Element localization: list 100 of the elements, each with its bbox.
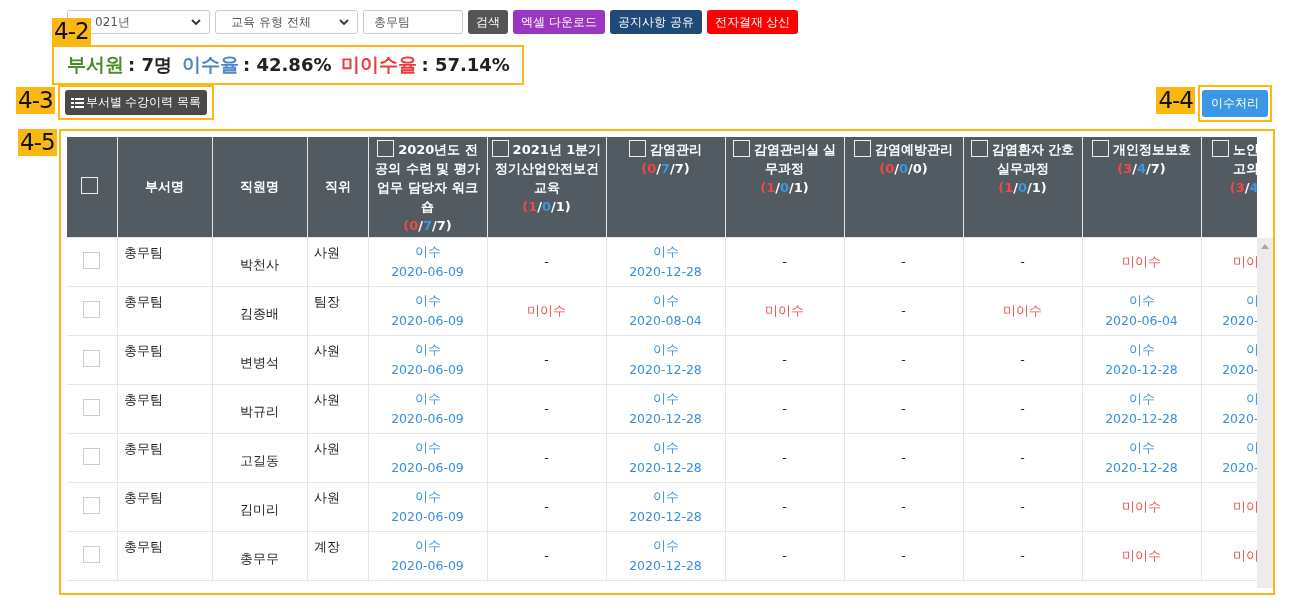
status-cell: 미이	[1232, 253, 1258, 269]
status-cell: -	[782, 449, 787, 465]
table-cell: 총무팀	[117, 237, 212, 286]
table-cell: 김종배	[212, 286, 307, 335]
status-cell: -	[901, 253, 906, 269]
status-cell: -	[544, 253, 549, 269]
stat-value: : 7명	[128, 54, 172, 75]
status-cell-text: 이수 2020-12-28	[1104, 438, 1179, 477]
status-cell: 미이수	[1122, 498, 1161, 514]
table-cell: 계장	[307, 531, 368, 580]
status-cell-text: 이수 2020-06-09	[390, 340, 465, 379]
status-cell: -	[901, 302, 906, 318]
status-cell-text: 이수 2020-12-28	[1104, 389, 1179, 428]
status-cell: -	[1020, 253, 1025, 269]
status-cell-text: 이수 2020-06-09	[390, 242, 465, 281]
column-header: 직원명	[212, 137, 307, 237]
status-cell-text: 이수 2020-12-28	[628, 438, 703, 477]
status-cell-text: 이수 2020-12-28	[628, 389, 703, 428]
status-cell-text: 이수 2020-12-28	[628, 487, 703, 526]
course-counts: (1/0/1)	[522, 199, 571, 214]
status-cell: -	[901, 449, 906, 465]
table-cell: 사원	[307, 433, 368, 482]
table-cell: 사원	[307, 335, 368, 384]
table-cell: 사원	[307, 237, 368, 286]
status-cell: -	[782, 400, 787, 416]
callout-tooltip: 4-3	[16, 87, 55, 114]
status-cell: -	[1020, 498, 1025, 514]
table-cell: 박규리	[212, 384, 307, 433]
status-cell: -	[782, 351, 787, 367]
status-cell: -	[1020, 351, 1025, 367]
column-header: 직위	[307, 137, 368, 237]
table-cell: 김미리	[212, 482, 307, 531]
table-cell: 고길동	[212, 433, 307, 482]
table-cell: 총무팀	[117, 286, 212, 335]
stat-label: 미이수율	[341, 53, 418, 75]
course-counts: (3/4	[1229, 180, 1258, 195]
status-cell-text: 이수 2020-12-28	[628, 536, 703, 575]
course-header: 노인 고의 (3/4	[1201, 137, 1258, 237]
status-cell-text: 이 2020-	[1221, 389, 1258, 428]
stat-value: : 57.14%	[421, 54, 510, 75]
status-cell: -	[901, 400, 906, 416]
status-cell-text: 이수 2020-12-28	[628, 340, 703, 379]
status-cell: -	[544, 449, 549, 465]
course-header: 감염관리 (0/7/7)	[606, 137, 725, 237]
status-cell: 미이	[1232, 498, 1258, 514]
course-header: 개인정보보호 (3/4/7)	[1082, 137, 1201, 237]
status-cell: 미이수	[527, 302, 566, 318]
status-cell-text: 이 2020-	[1221, 291, 1258, 330]
callout-tooltip: 4-2	[52, 18, 91, 45]
status-cell: -	[544, 400, 549, 416]
status-cell-text: 이수 2020-12-28	[1104, 340, 1179, 379]
status-cell: -	[1020, 547, 1025, 563]
status-cell-text: 이수 2020-06-04	[1104, 291, 1179, 330]
status-cell-text: 이수 2020-12-28	[628, 242, 703, 281]
status-cell: 미이수	[1003, 302, 1042, 318]
status-cell-text: 이수 2020-06-09	[390, 438, 465, 477]
callout-tooltip: 4-5	[18, 129, 57, 156]
status-cell: -	[782, 253, 787, 269]
status-cell-text: 이수 2020-06-09	[390, 291, 465, 330]
callout-tooltip: 4-4	[1156, 87, 1195, 114]
course-header: 감염환자 간호 실무과정 (1/0/1)	[963, 137, 1082, 237]
course-counts: (1/0/1)	[998, 180, 1047, 195]
course-counts: (0/7/7)	[641, 161, 690, 176]
status-cell-text: 이 2020-	[1221, 438, 1258, 477]
table-cell: 총무팀	[117, 335, 212, 384]
status-cell: 미이수	[1122, 547, 1161, 563]
course-header: 감염관리실 실무과정 (1/0/1)	[725, 137, 844, 237]
status-cell-text: 이수 2020-06-09	[390, 536, 465, 575]
status-cell-text: 이수 2020-06-09	[390, 389, 465, 428]
course-counts: (0/0/0)	[879, 161, 928, 176]
table-cell: 총무팀	[117, 531, 212, 580]
course-counts: (3/4/7)	[1117, 161, 1166, 176]
status-cell-text: 이수 2020-08-04	[628, 291, 703, 330]
table-cell: 총무무	[212, 531, 307, 580]
stat-label: 부서원	[67, 53, 124, 75]
status-cell: -	[544, 547, 549, 563]
status-cell-text: 이 2020-	[1221, 340, 1258, 379]
table-cell: 변병석	[212, 335, 307, 384]
course-counts: (0/7/7)	[403, 218, 452, 233]
status-cell: -	[901, 547, 906, 563]
status-cell: 미이수	[765, 302, 804, 318]
table-cell: 총무팀	[117, 433, 212, 482]
table-cell: 팀장	[307, 286, 368, 335]
status-cell: 미이수	[1122, 253, 1161, 269]
column-header: 부서명	[117, 137, 212, 237]
status-cell: -	[782, 547, 787, 563]
status-cell: -	[544, 498, 549, 514]
table-cell: 사원	[307, 482, 368, 531]
stat-value: : 42.86%	[243, 54, 332, 75]
course-header: 2021년 1분기 정기산업안전보건교육 (1/0/1)	[487, 137, 606, 237]
status-cell: -	[1020, 400, 1025, 416]
status-cell: -	[1020, 449, 1025, 465]
status-cell-text: 이수 2020-06-09	[390, 487, 465, 526]
course-header: 감염예방관리 (0/0/0)	[844, 137, 963, 237]
status-cell: -	[544, 351, 549, 367]
status-cell: 미이	[1232, 547, 1258, 563]
table-cell: 총무팀	[117, 482, 212, 531]
status-cell: -	[901, 351, 906, 367]
table-cell: 총무팀	[117, 384, 212, 433]
table-cell: 사원	[307, 384, 368, 433]
